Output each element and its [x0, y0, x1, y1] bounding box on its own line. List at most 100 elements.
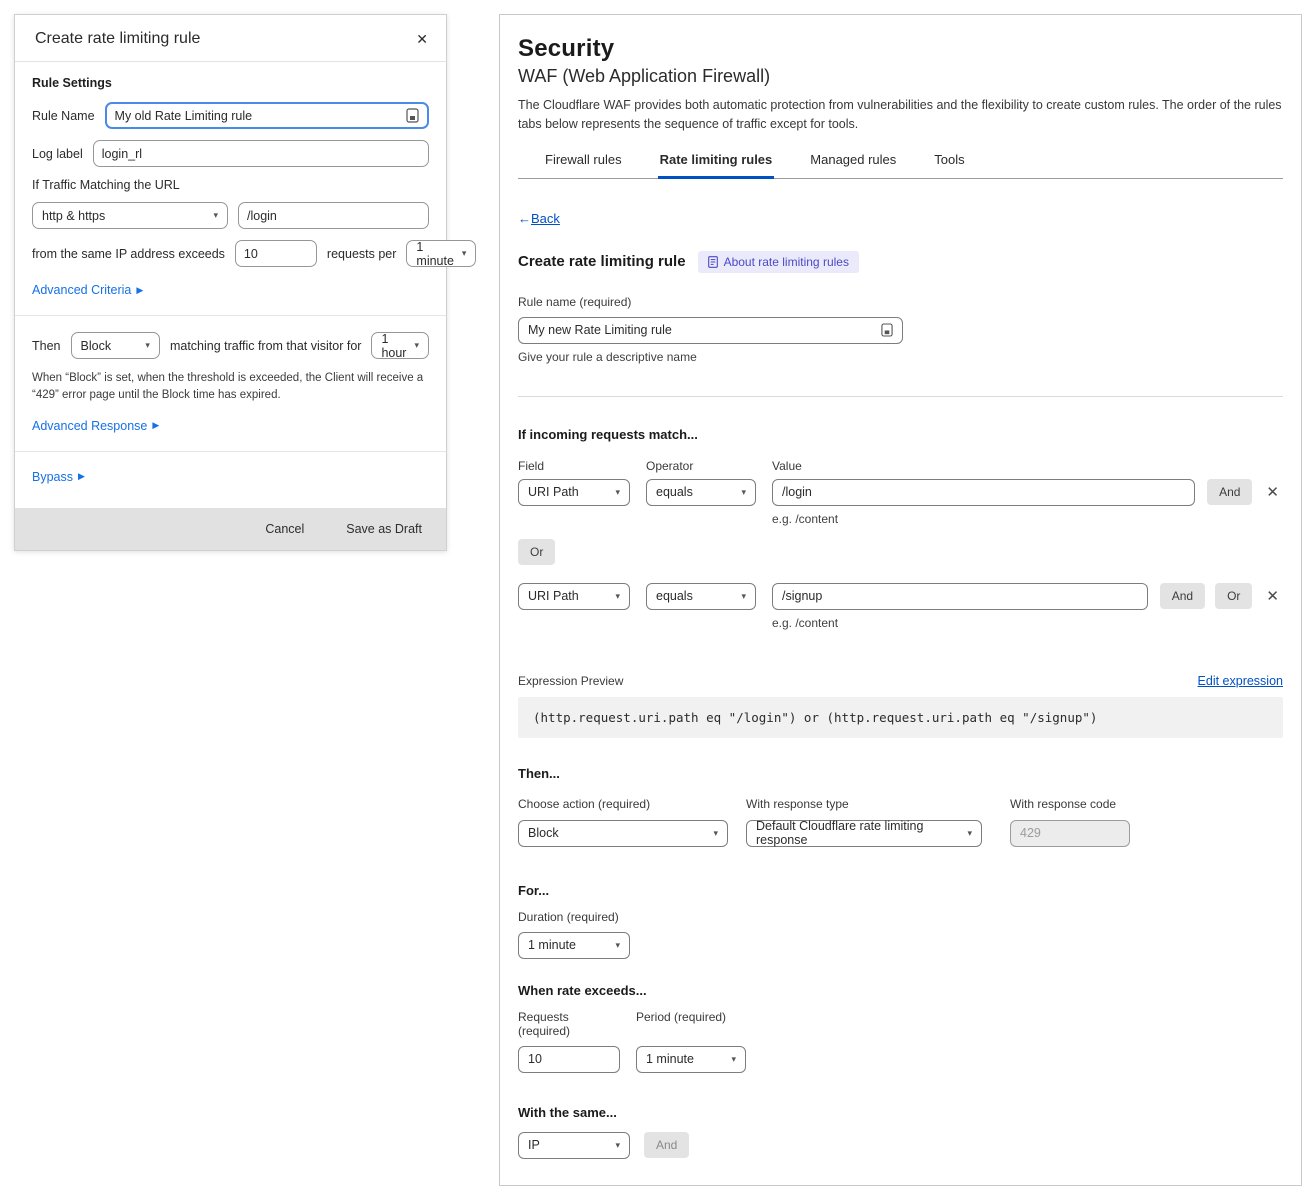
- create-rule-heading: Create rate limiting rule: [518, 253, 686, 270]
- cancel-button[interactable]: Cancel: [265, 522, 304, 536]
- duration-select-value: 1 minute: [528, 938, 576, 952]
- operator-column-label: Operator: [646, 459, 756, 473]
- operator-select-2[interactable]: equals ▾: [646, 583, 756, 610]
- waf-description: The Cloudflare WAF provides both automat…: [518, 96, 1283, 135]
- url-input[interactable]: [247, 209, 420, 223]
- action-select[interactable]: Block ▾: [518, 820, 728, 847]
- remove-condition-1-icon[interactable]: ✕: [1262, 483, 1283, 501]
- and-button-2[interactable]: And: [1160, 583, 1205, 609]
- page-title: Security: [518, 35, 1283, 63]
- log-label-row: Log label: [32, 140, 429, 167]
- about-rate-limiting-badge[interactable]: About rate limiting rules: [698, 251, 859, 273]
- response-type-select[interactable]: Default Cloudflare rate limiting respons…: [746, 820, 982, 847]
- value-field-2-wrap: [772, 583, 1148, 610]
- field-select-1[interactable]: URI Path ▾: [518, 479, 630, 506]
- rate-period-select[interactable]: 1 minute ▾: [636, 1046, 746, 1073]
- or-button-2[interactable]: Or: [1215, 583, 1252, 609]
- traffic-match-label: If Traffic Matching the URL: [32, 178, 429, 192]
- requests-label: Requests (required): [518, 1010, 620, 1038]
- edit-expression-link[interactable]: Edit expression: [1198, 674, 1283, 688]
- tab-firewall-rules[interactable]: Firewall rules: [543, 150, 624, 179]
- chevron-down-icon: ▾: [615, 940, 620, 951]
- rule-name-label: Rule name (required): [518, 295, 1283, 309]
- remove-condition-2-icon[interactable]: ✕: [1262, 587, 1283, 605]
- page: Create rate limiting rule ✕ Rule Setting…: [0, 0, 1316, 1200]
- chevron-down-icon: ▾: [414, 340, 419, 351]
- caret-right-icon: ▶: [152, 420, 159, 431]
- log-label-field-wrap: [93, 140, 429, 167]
- chevron-down-icon: ▾: [615, 1140, 620, 1151]
- block-note: When “Block” is set, when the threshold …: [32, 370, 429, 405]
- or-connector-button[interactable]: Or: [518, 539, 555, 565]
- close-icon[interactable]: ✕: [414, 30, 430, 48]
- rule-settings-section: Rule Settings Rule Name Log label If Tra…: [15, 62, 446, 316]
- value-input-2[interactable]: [782, 589, 1138, 603]
- save-as-draft-button[interactable]: Save as Draft: [346, 522, 422, 536]
- operator-select-2-value: equals: [656, 589, 693, 603]
- duration-label: Duration (required): [518, 910, 1283, 924]
- advanced-response-link[interactable]: Advanced Response ▶: [32, 419, 159, 433]
- scheme-select[interactable]: http & https ▾: [32, 202, 228, 229]
- then-row: Then Block ▾ matching traffic from that …: [32, 332, 429, 359]
- characteristic-select[interactable]: IP ▾: [518, 1132, 630, 1159]
- value-column-label: Value: [772, 459, 802, 473]
- condition-row-2: URI Path ▾ equals ▾ And Or ✕: [518, 583, 1283, 610]
- response-code-label: With response code: [1010, 797, 1130, 811]
- bypass-link[interactable]: Bypass ▶: [32, 470, 85, 484]
- advanced-criteria-link[interactable]: Advanced Criteria ▶: [32, 283, 143, 297]
- response-code-field-wrap: [1010, 820, 1130, 847]
- section-divider: [518, 396, 1283, 397]
- tabs-bar: Firewall rules Rate limiting rules Manag…: [518, 150, 1283, 179]
- url-field-wrap: [238, 202, 429, 229]
- new-rule-name-input[interactable]: [528, 323, 875, 337]
- expression-preview-label: Expression Preview: [518, 674, 623, 688]
- operator-select-1[interactable]: equals ▾: [646, 479, 756, 506]
- rule-name-field-wrap: [105, 102, 429, 129]
- advanced-criteria-label: Advanced Criteria: [32, 283, 131, 297]
- field-select-2-value: URI Path: [528, 589, 579, 603]
- period-select[interactable]: 1 minute ▾: [406, 240, 476, 267]
- action-select-value: Block: [81, 339, 112, 353]
- choose-action-label: Choose action (required): [518, 797, 728, 811]
- threshold-prefix: from the same IP address exceeds: [32, 247, 225, 261]
- chevron-down-icon: ▾: [615, 487, 620, 498]
- ban-duration-select[interactable]: 1 hour ▾: [371, 332, 429, 359]
- autofill-extension-icon[interactable]: [406, 108, 419, 123]
- ban-duration-value: 1 hour: [381, 332, 406, 360]
- rule-settings-heading: Rule Settings: [32, 76, 429, 90]
- page-subtitle: WAF (Web Application Firewall): [518, 66, 1283, 87]
- caret-right-icon: ▶: [136, 285, 143, 296]
- chevron-down-icon: ▾: [731, 1054, 736, 1065]
- action-select[interactable]: Block ▾: [71, 332, 160, 359]
- value-input-1[interactable]: [782, 485, 1185, 499]
- period-select-value: 1 minute: [416, 240, 454, 268]
- and-button-1[interactable]: And: [1207, 479, 1252, 505]
- scheme-select-value: http & https: [42, 209, 105, 223]
- duration-select[interactable]: 1 minute ▾: [518, 932, 630, 959]
- rule-name-input[interactable]: [115, 109, 400, 123]
- caret-right-icon: ▶: [78, 471, 85, 482]
- field-select-2[interactable]: URI Path ▾: [518, 583, 630, 610]
- requests-input[interactable]: [244, 247, 308, 261]
- dialog-title: Create rate limiting rule: [35, 30, 200, 48]
- response-code-input: [1020, 826, 1120, 840]
- autofill-extension-icon[interactable]: [881, 323, 893, 337]
- legacy-rate-limit-dialog: Create rate limiting rule ✕ Rule Setting…: [14, 14, 447, 551]
- then-middle: matching traffic from that visitor for: [170, 339, 362, 353]
- back-link[interactable]: ←Back: [518, 211, 560, 226]
- tab-tools[interactable]: Tools: [932, 150, 966, 179]
- then-label: Then: [32, 339, 61, 353]
- requests-field-wrap: [235, 240, 317, 267]
- same-and-button[interactable]: And: [644, 1132, 689, 1158]
- log-label-input[interactable]: [102, 147, 420, 161]
- tab-managed-rules[interactable]: Managed rules: [808, 150, 898, 179]
- chevron-down-icon: ▾: [615, 591, 620, 602]
- advanced-response-label: Advanced Response: [32, 419, 147, 433]
- new-rule-name-field-wrap: [518, 317, 903, 344]
- rate-requests-input[interactable]: [528, 1052, 610, 1066]
- period-label: Period (required): [636, 1010, 726, 1038]
- dialog-footer: Cancel Save as Draft: [15, 508, 446, 550]
- tab-rate-limiting-rules[interactable]: Rate limiting rules: [658, 150, 775, 179]
- value-hint-2: e.g. /content: [772, 616, 1283, 630]
- value-field-1-wrap: [772, 479, 1195, 506]
